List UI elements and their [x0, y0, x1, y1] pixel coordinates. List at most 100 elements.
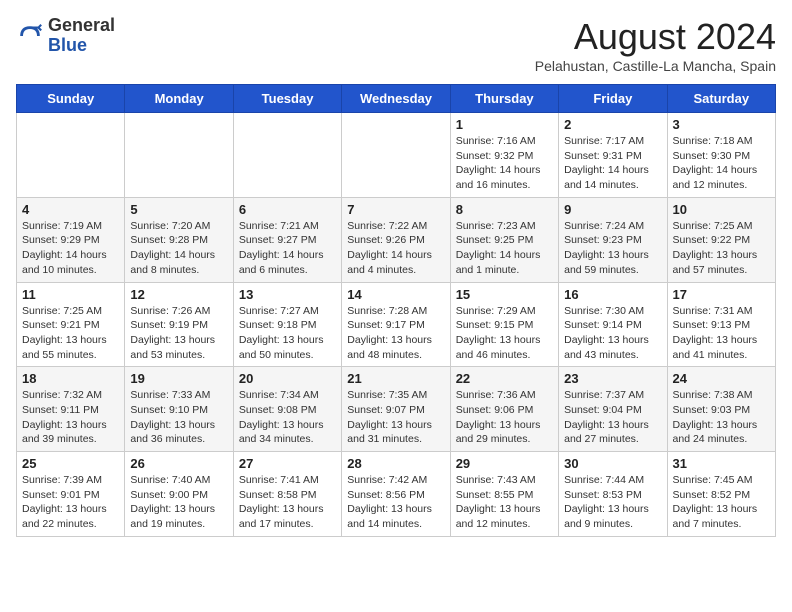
- calendar-cell: 29 Sunrise: 7:43 AM Sunset: 8:55 PM Dayli…: [450, 452, 558, 537]
- calendar-cell: 23 Sunrise: 7:37 AM Sunset: 9:04 PM Dayli…: [559, 367, 667, 452]
- calendar-cell: 15 Sunrise: 7:29 AM Sunset: 9:15 PM Dayli…: [450, 282, 558, 367]
- day-info: Sunrise: 7:33 AM Sunset: 9:10 PM Dayligh…: [130, 388, 227, 447]
- logo-blue-text: Blue: [48, 35, 87, 55]
- calendar-cell: 10Sunrise: 7:25 AM Sunset: 9:22 PM Dayli…: [667, 197, 775, 282]
- day-number: 12: [130, 287, 227, 302]
- day-info: Sunrise: 7:26 AM Sunset: 9:19 PM Dayligh…: [130, 304, 227, 363]
- day-info: Sunrise: 7:21 AM Sunset: 9:27 PM Dayligh…: [239, 219, 336, 278]
- day-info: Sunrise: 7:28 AM Sunset: 9:17 PM Dayligh…: [347, 304, 444, 363]
- day-number: 14: [347, 287, 444, 302]
- page-header: General Blue August 2024 Pelahustan, Cas…: [16, 16, 776, 74]
- day-info: Sunrise: 7:29 AM Sunset: 9:15 PM Dayligh…: [456, 304, 553, 363]
- day-number: 6: [239, 202, 336, 217]
- weekday-header-sunday: Sunday: [17, 85, 125, 113]
- calendar-cell: 1 Sunrise: 7:16 AM Sunset: 9:32 PM Daylig…: [450, 113, 558, 198]
- calendar-subtitle: Pelahustan, Castille-La Mancha, Spain: [535, 58, 776, 74]
- weekday-header-thursday: Thursday: [450, 85, 558, 113]
- day-info: Sunrise: 7:41 AM Sunset: 8:58 PM Dayligh…: [239, 473, 336, 532]
- weekday-header-row: SundayMondayTuesdayWednesdayThursdayFrid…: [17, 85, 776, 113]
- calendar-cell: [342, 113, 450, 198]
- day-number: 1: [456, 117, 553, 132]
- day-number: 31: [673, 456, 770, 471]
- day-info: Sunrise: 7:25 AM Sunset: 9:21 PM Dayligh…: [22, 304, 119, 363]
- day-number: 27: [239, 456, 336, 471]
- calendar-cell: [125, 113, 233, 198]
- day-info: Sunrise: 7:38 AM Sunset: 9:03 PM Dayligh…: [673, 388, 770, 447]
- day-number: 7: [347, 202, 444, 217]
- day-number: 25: [22, 456, 119, 471]
- calendar-week-row: 4Sunrise: 7:19 AM Sunset: 9:29 PM Daylig…: [17, 197, 776, 282]
- day-info: Sunrise: 7:39 AM Sunset: 9:01 PM Dayligh…: [22, 473, 119, 532]
- weekday-header-friday: Friday: [559, 85, 667, 113]
- calendar-cell: 26Sunrise: 7:40 AM Sunset: 9:00 PM Dayli…: [125, 452, 233, 537]
- day-info: Sunrise: 7:20 AM Sunset: 9:28 PM Dayligh…: [130, 219, 227, 278]
- calendar-cell: 16Sunrise: 7:30 AM Sunset: 9:14 PM Dayli…: [559, 282, 667, 367]
- weekday-header-tuesday: Tuesday: [233, 85, 341, 113]
- day-number: 19: [130, 371, 227, 386]
- day-info: Sunrise: 7:31 AM Sunset: 9:13 PM Dayligh…: [673, 304, 770, 363]
- calendar-cell: 7 Sunrise: 7:22 AM Sunset: 9:26 PM Daylig…: [342, 197, 450, 282]
- calendar-week-row: 11 Sunrise: 7:25 AM Sunset: 9:21 PM Dayli…: [17, 282, 776, 367]
- day-info: Sunrise: 7:19 AM Sunset: 9:29 PM Dayligh…: [22, 219, 119, 278]
- logo: General Blue: [16, 16, 115, 56]
- day-info: Sunrise: 7:16 AM Sunset: 9:32 PM Dayligh…: [456, 134, 553, 193]
- day-info: Sunrise: 7:25 AM Sunset: 9:22 PM Dayligh…: [673, 219, 770, 278]
- day-info: Sunrise: 7:42 AM Sunset: 8:56 PM Dayligh…: [347, 473, 444, 532]
- day-number: 3: [673, 117, 770, 132]
- weekday-header-monday: Monday: [125, 85, 233, 113]
- day-number: 30: [564, 456, 661, 471]
- calendar-cell: 31 Sunrise: 7:45 AM Sunset: 8:52 PM Dayli…: [667, 452, 775, 537]
- calendar-table: SundayMondayTuesdayWednesdayThursdayFrid…: [16, 84, 776, 537]
- calendar-cell: [17, 113, 125, 198]
- day-number: 2: [564, 117, 661, 132]
- day-number: 13: [239, 287, 336, 302]
- day-number: 11: [22, 287, 119, 302]
- logo-icon: [16, 22, 44, 50]
- day-number: 29: [456, 456, 553, 471]
- day-number: 24: [673, 371, 770, 386]
- logo-general-text: General: [48, 15, 115, 35]
- day-number: 20: [239, 371, 336, 386]
- day-info: Sunrise: 7:43 AM Sunset: 8:55 PM Dayligh…: [456, 473, 553, 532]
- calendar-cell: 21 Sunrise: 7:35 AM Sunset: 9:07 PM Dayli…: [342, 367, 450, 452]
- calendar-week-row: 25 Sunrise: 7:39 AM Sunset: 9:01 PM Dayli…: [17, 452, 776, 537]
- calendar-cell: 24 Sunrise: 7:38 AM Sunset: 9:03 PM Dayli…: [667, 367, 775, 452]
- weekday-header-saturday: Saturday: [667, 85, 775, 113]
- day-info: Sunrise: 7:18 AM Sunset: 9:30 PM Dayligh…: [673, 134, 770, 193]
- day-info: Sunrise: 7:24 AM Sunset: 9:23 PM Dayligh…: [564, 219, 661, 278]
- calendar-cell: 20 Sunrise: 7:34 AM Sunset: 9:08 PM Dayli…: [233, 367, 341, 452]
- calendar-cell: 13 Sunrise: 7:27 AM Sunset: 9:18 PM Dayli…: [233, 282, 341, 367]
- calendar-cell: 3 Sunrise: 7:18 AM Sunset: 9:30 PM Daylig…: [667, 113, 775, 198]
- calendar-cell: 5Sunrise: 7:20 AM Sunset: 9:28 PM Daylig…: [125, 197, 233, 282]
- calendar-cell: 19 Sunrise: 7:33 AM Sunset: 9:10 PM Dayli…: [125, 367, 233, 452]
- calendar-cell: 27 Sunrise: 7:41 AM Sunset: 8:58 PM Dayli…: [233, 452, 341, 537]
- day-info: Sunrise: 7:36 AM Sunset: 9:06 PM Dayligh…: [456, 388, 553, 447]
- calendar-cell: 30 Sunrise: 7:44 AM Sunset: 8:53 PM Dayli…: [559, 452, 667, 537]
- day-number: 15: [456, 287, 553, 302]
- day-info: Sunrise: 7:32 AM Sunset: 9:11 PM Dayligh…: [22, 388, 119, 447]
- day-info: Sunrise: 7:22 AM Sunset: 9:26 PM Dayligh…: [347, 219, 444, 278]
- calendar-cell: 12 Sunrise: 7:26 AM Sunset: 9:19 PM Dayli…: [125, 282, 233, 367]
- calendar-cell: 11 Sunrise: 7:25 AM Sunset: 9:21 PM Dayli…: [17, 282, 125, 367]
- day-info: Sunrise: 7:34 AM Sunset: 9:08 PM Dayligh…: [239, 388, 336, 447]
- day-number: 23: [564, 371, 661, 386]
- day-number: 17: [673, 287, 770, 302]
- calendar-week-row: 18Sunrise: 7:32 AM Sunset: 9:11 PM Dayli…: [17, 367, 776, 452]
- calendar-cell: 9 Sunrise: 7:24 AM Sunset: 9:23 PM Daylig…: [559, 197, 667, 282]
- day-info: Sunrise: 7:37 AM Sunset: 9:04 PM Dayligh…: [564, 388, 661, 447]
- day-info: Sunrise: 7:35 AM Sunset: 9:07 PM Dayligh…: [347, 388, 444, 447]
- day-info: Sunrise: 7:17 AM Sunset: 9:31 PM Dayligh…: [564, 134, 661, 193]
- title-area: August 2024 Pelahustan, Castille-La Manc…: [535, 16, 776, 74]
- calendar-cell: 4Sunrise: 7:19 AM Sunset: 9:29 PM Daylig…: [17, 197, 125, 282]
- day-number: 9: [564, 202, 661, 217]
- day-number: 21: [347, 371, 444, 386]
- day-info: Sunrise: 7:44 AM Sunset: 8:53 PM Dayligh…: [564, 473, 661, 532]
- day-number: 8: [456, 202, 553, 217]
- calendar-cell: 14 Sunrise: 7:28 AM Sunset: 9:17 PM Dayli…: [342, 282, 450, 367]
- calendar-cell: 17 Sunrise: 7:31 AM Sunset: 9:13 PM Dayli…: [667, 282, 775, 367]
- calendar-cell: 8Sunrise: 7:23 AM Sunset: 9:25 PM Daylig…: [450, 197, 558, 282]
- day-info: Sunrise: 7:27 AM Sunset: 9:18 PM Dayligh…: [239, 304, 336, 363]
- day-number: 28: [347, 456, 444, 471]
- day-info: Sunrise: 7:45 AM Sunset: 8:52 PM Dayligh…: [673, 473, 770, 532]
- day-number: 22: [456, 371, 553, 386]
